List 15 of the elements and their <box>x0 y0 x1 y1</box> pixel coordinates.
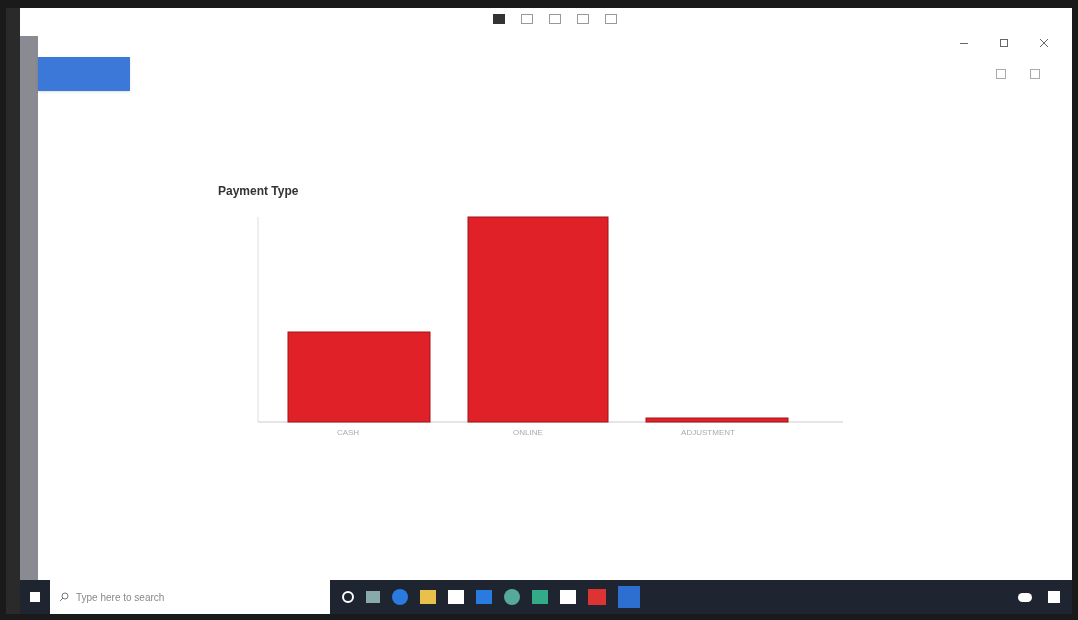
search-field[interactable]: Type here to search <box>50 580 330 614</box>
category-label: CASH <box>336 427 360 439</box>
toolbar-square-icon[interactable] <box>605 14 617 24</box>
toolbar-square-icon[interactable] <box>521 14 533 24</box>
taskbar-app-icon[interactable] <box>342 591 354 603</box>
toolbar-square-icon[interactable] <box>577 14 589 24</box>
category-label: ONLINE <box>513 427 543 439</box>
category-label: ADJUSTMENT <box>681 427 735 439</box>
close-icon[interactable] <box>1040 39 1048 47</box>
toolbar-square-icon[interactable] <box>549 14 561 24</box>
chart-title: Payment Type <box>218 183 300 200</box>
minimize-icon[interactable] <box>960 42 968 44</box>
taskbar-app-icon[interactable] <box>504 589 520 605</box>
maximize-icon[interactable] <box>1000 39 1008 47</box>
search-icon <box>59 592 69 602</box>
